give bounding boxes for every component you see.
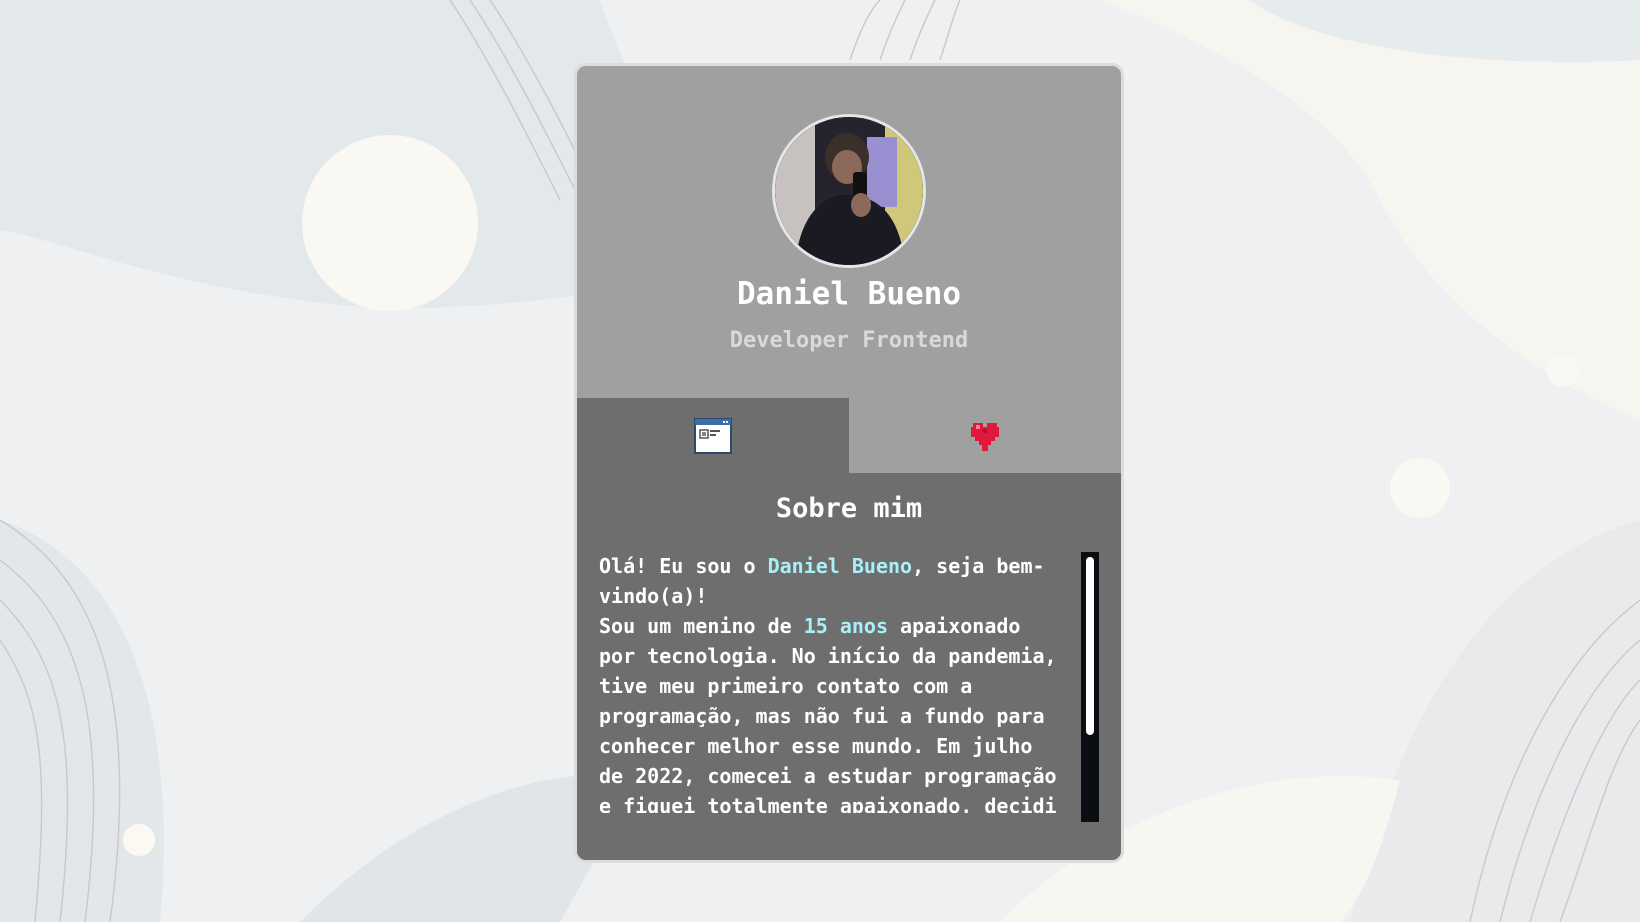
- avatar-photo: [775, 117, 923, 265]
- tab-about[interactable]: [577, 398, 849, 473]
- bio-text: Sou um menino de: [599, 614, 804, 638]
- profile-name: Daniel Bueno: [737, 276, 961, 312]
- scrollbar[interactable]: [1081, 552, 1099, 822]
- profile-role: Developer Frontend: [729, 328, 969, 353]
- browser-window-icon: [694, 417, 732, 454]
- profile-card: Daniel Bueno Developer Frontend Sobre mi…: [574, 63, 1124, 863]
- profile-header: Daniel Bueno Developer Frontend: [577, 66, 1121, 398]
- about-text[interactable]: Olá! Eu sou o Daniel Bueno, seja bem-vin…: [599, 551, 1057, 813]
- about-paragraph-bio: Sou um menino de 15 anos apaixonado por …: [599, 611, 1057, 813]
- pixel-heart-icon: [971, 422, 999, 451]
- scrollbar-thumb[interactable]: [1086, 557, 1094, 735]
- section-title: Sobre mim: [775, 493, 923, 524]
- about-section: Sobre mim Olá! Eu sou o Daniel Bueno, se…: [577, 473, 1121, 860]
- about-paragraph-intro: Olá! Eu sou o Daniel Bueno, seja bem-vin…: [599, 551, 1057, 611]
- intro-text: Olá! Eu sou o: [599, 554, 768, 578]
- bio-text-end: apaixonado por tecnologia. No início da …: [599, 614, 1057, 813]
- tab-likes[interactable]: [849, 398, 1121, 473]
- avatar: [772, 114, 926, 268]
- highlight-name: Daniel Bueno: [767, 554, 913, 578]
- highlight-age: 15 anos: [803, 614, 888, 638]
- profile-tabs: [577, 398, 1121, 473]
